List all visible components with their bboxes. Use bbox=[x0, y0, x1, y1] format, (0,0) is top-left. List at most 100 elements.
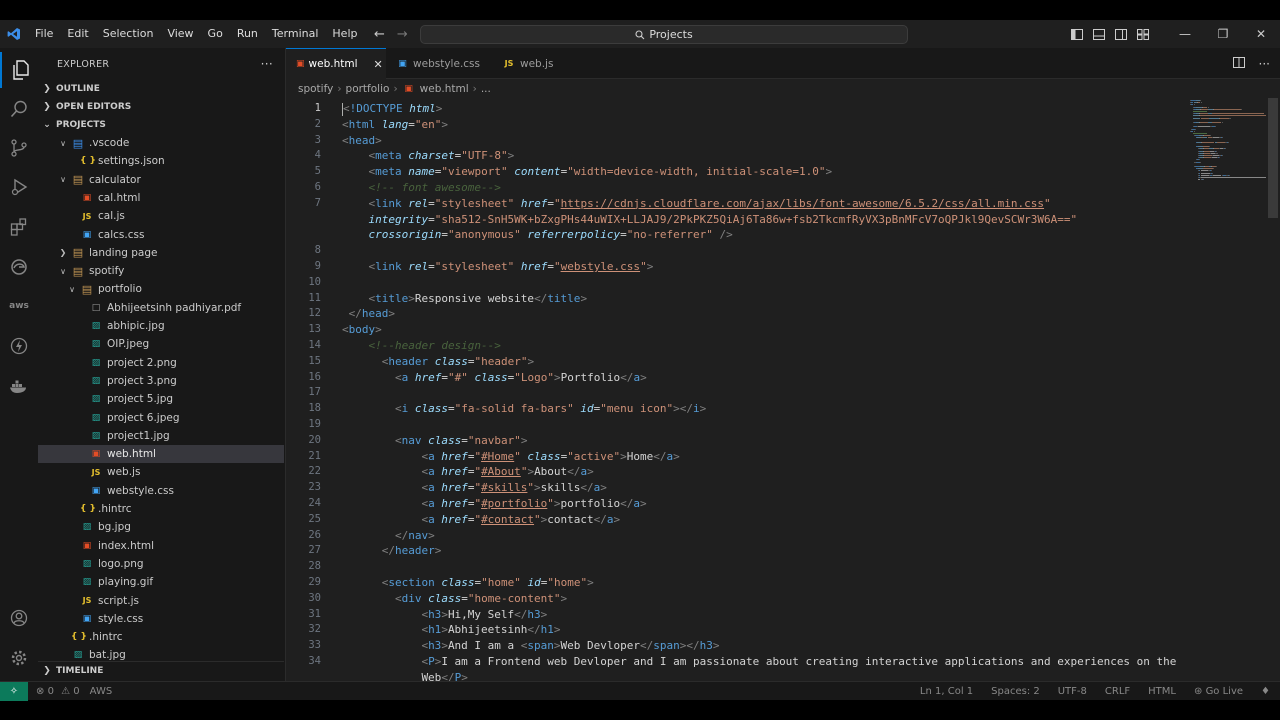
timeline-section[interactable]: ❯ TIMELINE bbox=[38, 661, 284, 680]
breadcrumb-item[interactable]: web.html bbox=[420, 83, 469, 95]
command-center-search[interactable]: Projects bbox=[420, 25, 908, 44]
chevron-down-icon: ∨ bbox=[69, 284, 75, 294]
restore-icon[interactable]: ❐ bbox=[1204, 20, 1242, 48]
menu-item-selection[interactable]: Selection bbox=[96, 20, 161, 48]
menu-item-edit[interactable]: Edit bbox=[60, 20, 95, 48]
menu-item-run[interactable]: Run bbox=[230, 20, 265, 48]
eol-status[interactable]: CRLF bbox=[1105, 686, 1130, 697]
code-token: #About bbox=[481, 465, 521, 479]
tree-item-label: portfolio bbox=[98, 283, 142, 296]
manage-gear-icon[interactable] bbox=[0, 640, 38, 676]
tree-file[interactable]: ▨ project 3.png bbox=[38, 372, 284, 390]
tree-folder[interactable]: ∨ ▤ calculator bbox=[38, 171, 284, 189]
open-editors-section[interactable]: ❯ OPEN EDITORS bbox=[38, 98, 131, 116]
code-token: > bbox=[434, 544, 442, 558]
code-text: <h3>Hi,My Self</h3> bbox=[421, 607, 547, 623]
tree-file[interactable]: { } .hintrc bbox=[38, 500, 284, 518]
tree-file[interactable]: ▣ web.html bbox=[38, 445, 284, 464]
indentation-status[interactable]: Spaces: 2 bbox=[991, 686, 1040, 697]
extensions-icon[interactable] bbox=[0, 209, 38, 245]
config-file-icon: { } bbox=[71, 632, 87, 643]
tree-folder[interactable]: ❯ ▤ landing page bbox=[38, 244, 284, 262]
tree-file[interactable]: JS web.js bbox=[38, 463, 284, 481]
code-token: a bbox=[428, 465, 435, 479]
tree-file[interactable]: ▨ project 5.jpg bbox=[38, 390, 284, 408]
tree-file[interactable]: JS cal.js bbox=[38, 207, 284, 225]
more-actions-icon[interactable]: ··· bbox=[261, 57, 273, 71]
editor-scrollbar[interactable] bbox=[1268, 98, 1278, 681]
edge-devtools-icon[interactable] bbox=[0, 249, 38, 285]
scrollbar-thumb[interactable] bbox=[1268, 98, 1278, 218]
menu-item-terminal[interactable]: Terminal bbox=[265, 20, 326, 48]
minimap[interactable] bbox=[1190, 98, 1266, 408]
code-editor[interactable]: 1 <!DOCTYPE html> 2 <html lang="en"> 3 <head>… bbox=[286, 98, 1186, 681]
code-token: > bbox=[534, 481, 541, 495]
toggle-secondary-sidebar-icon[interactable] bbox=[1110, 20, 1132, 48]
source-control-icon[interactable] bbox=[0, 130, 38, 166]
customize-layout-icon[interactable] bbox=[1132, 20, 1154, 48]
back-arrow-icon[interactable]: ← bbox=[374, 27, 385, 42]
tree-folder[interactable]: ∨ ▤ spotify bbox=[38, 262, 284, 280]
code-token: ></ bbox=[673, 402, 694, 416]
language-mode[interactable]: HTML bbox=[1148, 686, 1176, 697]
tree-file[interactable]: ▣ cal.html bbox=[38, 189, 284, 207]
tree-file[interactable]: ▨ playing.gif bbox=[38, 573, 284, 591]
tree-file[interactable]: { } settings.json bbox=[38, 152, 284, 170]
code-line: 5 <meta name="viewport" content="width=de… bbox=[286, 164, 1186, 180]
tree-file[interactable]: ▣ webstyle.css bbox=[38, 482, 284, 500]
tree-file[interactable]: { } .hintrc bbox=[38, 628, 284, 646]
breadcrumb-item[interactable]: ... bbox=[481, 83, 491, 95]
minimap-line bbox=[1215, 150, 1217, 152]
tree-file[interactable]: ▨ project1.jpg bbox=[38, 427, 284, 445]
tab-webstyle-css[interactable]: ▣ webstyle.css bbox=[386, 48, 490, 79]
forward-arrow-icon[interactable]: → bbox=[397, 27, 408, 42]
breadcrumb-item[interactable]: spotify bbox=[298, 83, 333, 95]
tab-web-js[interactable]: JS web.js bbox=[492, 48, 572, 79]
code-token: Responsive website bbox=[414, 291, 535, 305]
tree-file[interactable]: ▣ index.html bbox=[38, 537, 284, 555]
tree-file[interactable]: ▣ style.css bbox=[38, 610, 284, 628]
breadcrumb-item[interactable]: portfolio bbox=[346, 83, 390, 95]
tree-file[interactable]: ▨ logo.png bbox=[38, 555, 284, 573]
tree-file[interactable]: ▣ calcs.css bbox=[38, 226, 284, 244]
tree-file[interactable]: ▨ project 2.png bbox=[38, 354, 284, 372]
tree-folder[interactable]: ∨ ▤ portfolio bbox=[38, 280, 284, 298]
code-token: body bbox=[348, 323, 376, 337]
run-debug-icon[interactable] bbox=[0, 169, 38, 205]
tree-file[interactable]: ▨ OIP.jpeg bbox=[38, 335, 284, 353]
cursor-position[interactable]: Ln 1, Col 1 bbox=[920, 686, 973, 697]
more-actions-icon[interactable]: ··· bbox=[1259, 57, 1270, 71]
notifications-bell-icon[interactable]: ♦ bbox=[1261, 686, 1270, 697]
close-tab-icon[interactable]: ✕ bbox=[373, 58, 382, 71]
menu-item-view[interactable]: View bbox=[160, 20, 200, 48]
projects-section[interactable]: ⌄ PROJECTS bbox=[38, 116, 106, 134]
docker-icon[interactable] bbox=[0, 368, 38, 404]
split-editor-icon[interactable] bbox=[1232, 56, 1245, 71]
tree-file[interactable]: JS script.js bbox=[38, 592, 284, 610]
tree-file[interactable]: ▨ project 6.jpeg bbox=[38, 409, 284, 427]
menu-item-help[interactable]: Help bbox=[325, 20, 364, 48]
code-line: 13 <body> bbox=[286, 322, 1186, 338]
problems-status[interactable]: ⊗ 0 ⚠ 0 bbox=[36, 686, 80, 697]
menu-item-file[interactable]: File bbox=[28, 20, 60, 48]
toggle-primary-sidebar-icon[interactable] bbox=[1066, 20, 1088, 48]
aws-status[interactable]: AWS bbox=[90, 686, 113, 697]
explorer-icon[interactable] bbox=[0, 52, 38, 88]
encoding-status[interactable]: UTF-8 bbox=[1058, 686, 1087, 697]
tab-web-html[interactable]: ▣ web.html ✕ bbox=[286, 48, 386, 79]
remote-indicator-icon[interactable]: ✧ bbox=[0, 681, 28, 701]
go-live-button[interactable]: ⊛ Go Live bbox=[1194, 686, 1243, 697]
tree-file[interactable]: ▨ abhipic.jpg bbox=[38, 317, 284, 335]
aws-toolkit-icon[interactable]: aws bbox=[0, 288, 38, 324]
outline-section[interactable]: ❯ OUTLINE bbox=[38, 80, 100, 98]
menu-item-go[interactable]: Go bbox=[201, 20, 230, 48]
accounts-icon[interactable] bbox=[0, 600, 38, 636]
tree-file[interactable]: □ Abhijeetsinh padhiyar.pdf bbox=[38, 299, 284, 317]
search-icon[interactable] bbox=[0, 91, 38, 127]
close-window-icon[interactable]: ✕ bbox=[1242, 20, 1280, 48]
minimize-icon[interactable]: — bbox=[1166, 20, 1204, 48]
tree-file[interactable]: ▨ bg.jpg bbox=[38, 518, 284, 536]
thunder-client-icon[interactable] bbox=[0, 328, 38, 364]
tree-folder[interactable]: ∨ ▤ .vscode bbox=[38, 134, 284, 152]
toggle-panel-icon[interactable] bbox=[1088, 20, 1110, 48]
